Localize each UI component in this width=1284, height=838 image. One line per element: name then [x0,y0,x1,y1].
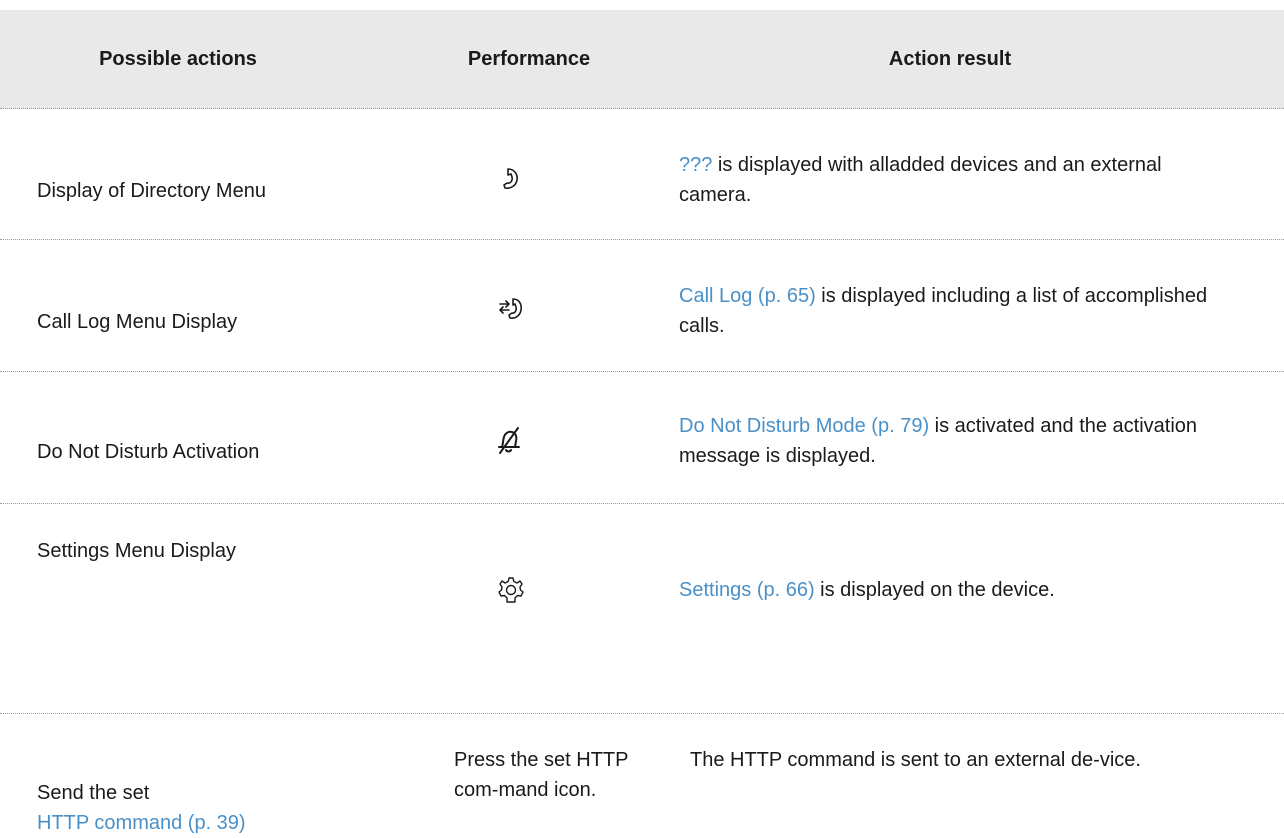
http-command-link[interactable]: HTTP command (p. 39) [37,812,246,834]
phone-handset-icon [496,164,526,194]
row-2-result: Call Log (p. 65) is displayed including … [679,285,1208,337]
row-2-action: Call Log Menu Display [37,311,238,333]
row-5-result: The HTTP command is sent to an external … [690,749,1141,771]
row-3-action: Do Not Disturb Activation [37,441,260,463]
bell-off-icon [494,425,524,455]
do-not-disturb-link[interactable]: Do Not Disturb Mode (p. 79) [679,415,929,437]
table-header: Possible actions Performance Action resu… [0,10,1284,109]
row-4-result: Settings (p. 66) is displayed on the dev… [679,579,1055,601]
row-1-result: ??? is displayed with alladded devices a… [679,154,1162,206]
row-separator [0,503,1284,504]
row-4-action: Settings Menu Display [37,540,236,562]
call-log-link[interactable]: Call Log (p. 65) [679,285,816,307]
settings-link[interactable]: Settings (p. 66) [679,579,815,601]
row-3-result: Do Not Disturb Mode (p. 79) is activated… [679,415,1198,467]
row-separator [0,239,1284,240]
header-action-result: Action result [888,48,1012,70]
call-log-icon [496,294,526,324]
header-possible-actions: Possible actions [99,48,257,70]
row-separator [0,371,1284,372]
row-1-action: Display of Directory Menu [37,180,266,202]
directory-link[interactable]: ??? [679,154,712,176]
header-performance: Performance [467,48,591,70]
row-separator [0,713,1284,714]
row-5-performance: Press the set HTTP com-mand icon. [454,749,629,801]
gear-icon [496,575,526,605]
row-5-action: Send the set HTTP command (p. 39) [37,782,246,834]
